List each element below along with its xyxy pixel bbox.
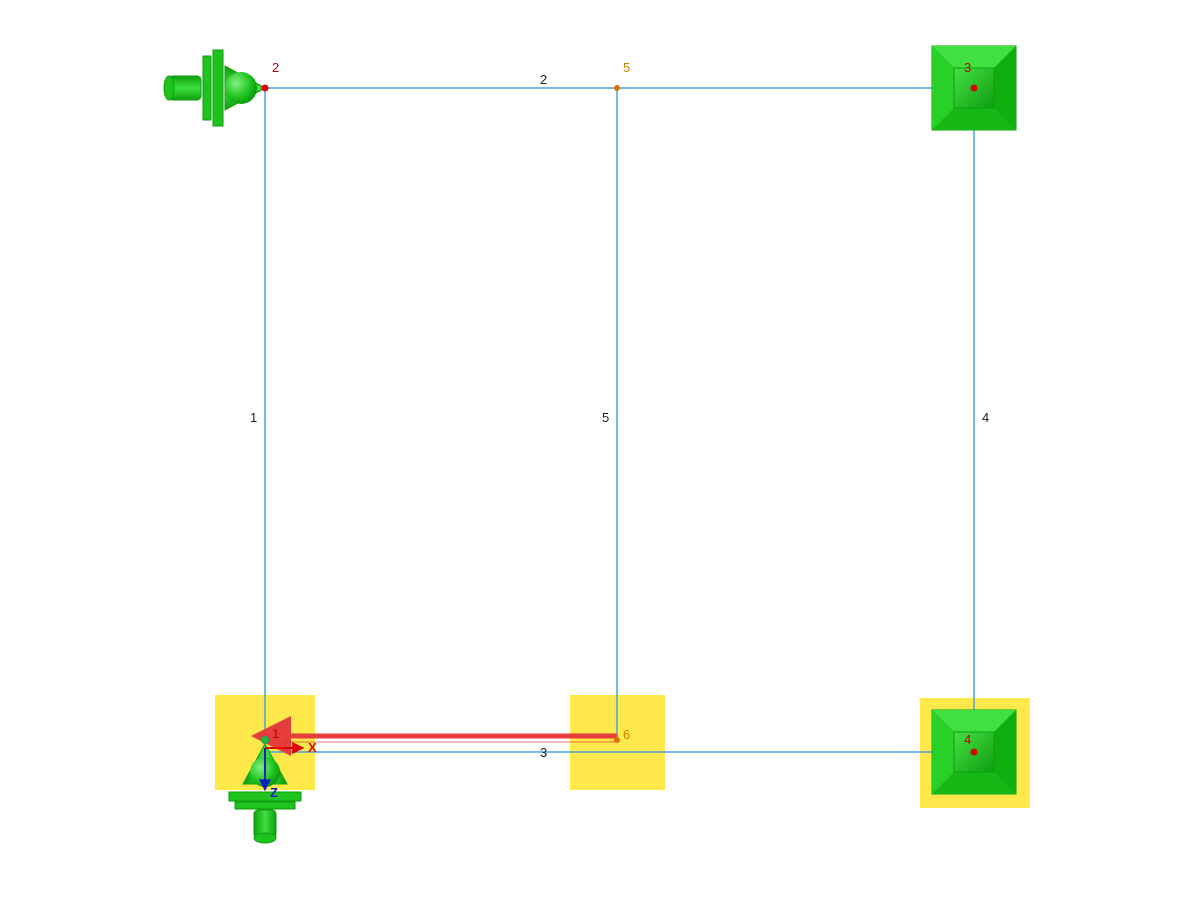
node-6[interactable] [614, 737, 620, 743]
node-5[interactable] [614, 85, 620, 91]
members-layer [265, 88, 974, 752]
diagram-canvas[interactable] [0, 0, 1200, 900]
node-1[interactable] [262, 737, 269, 744]
node-3[interactable] [971, 85, 978, 92]
support-node-2[interactable] [164, 50, 265, 126]
node-2[interactable] [262, 85, 269, 92]
nodes-layer [262, 85, 978, 756]
rigid-link[interactable] [283, 736, 617, 742]
node-4[interactable] [971, 749, 978, 756]
